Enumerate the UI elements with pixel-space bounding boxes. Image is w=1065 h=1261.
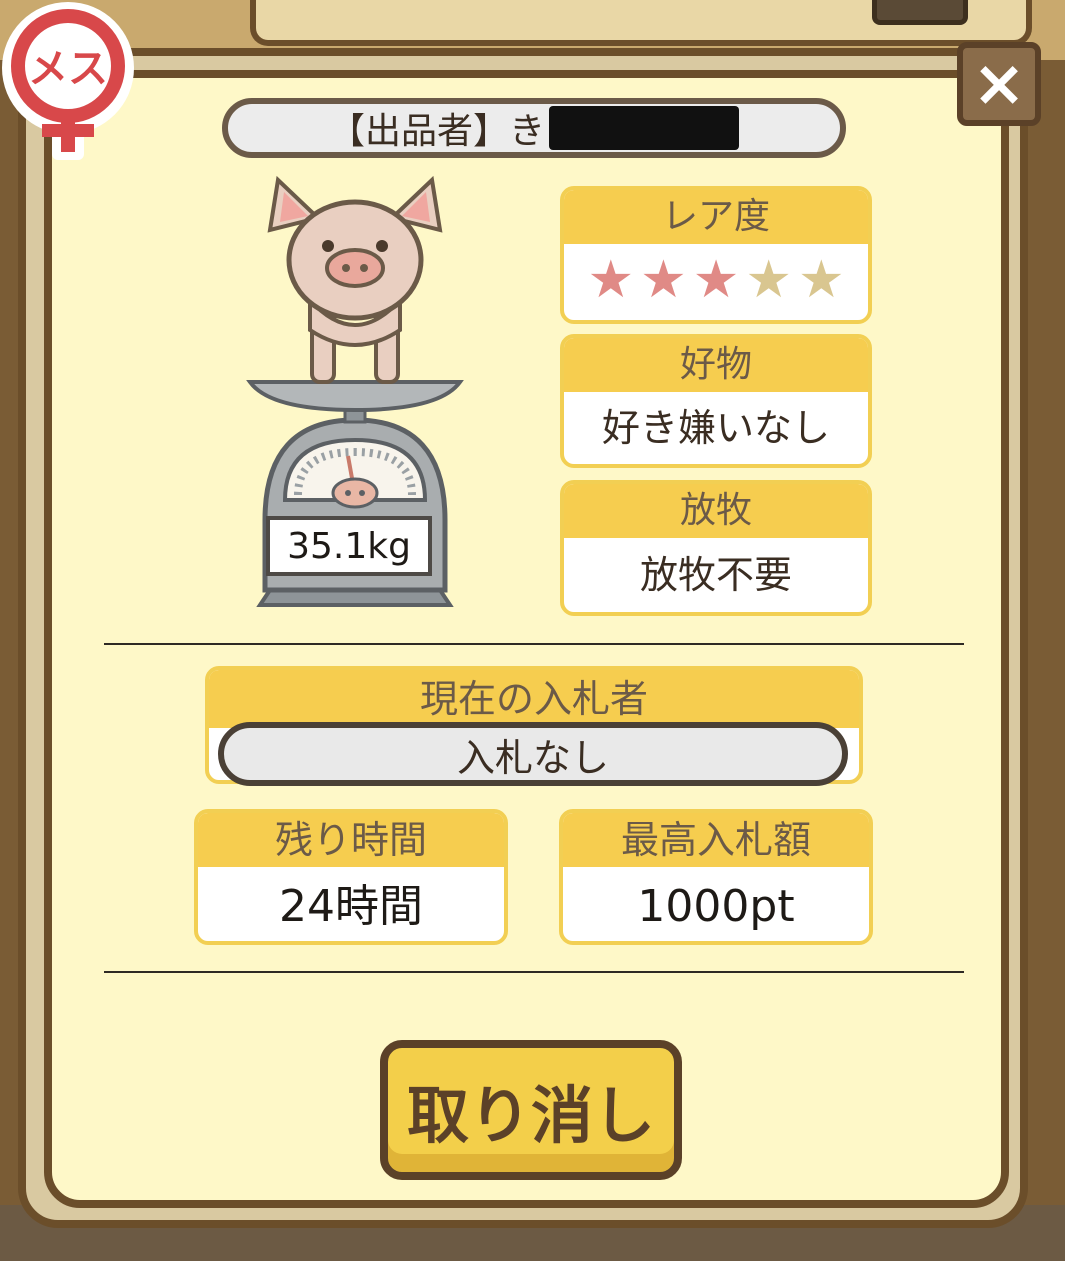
seller-label: 【出品者】き: [328, 111, 545, 152]
grazing-box: 放牧 放牧不要: [560, 480, 872, 616]
divider: [104, 643, 964, 645]
favorite-food-value: 好き嫌いなし: [601, 406, 830, 450]
favorite-food-box: 好物 好き嫌いなし: [560, 334, 872, 468]
background-header-button: [872, 0, 968, 25]
current-bidder-value: 入札なし: [456, 735, 609, 780]
current-bidder-field: 入札なし: [218, 722, 848, 786]
remaining-time-header: 残り時間: [198, 813, 504, 867]
current-bidder-header: 現在の入札者: [209, 670, 859, 728]
redacted-seller-name: [549, 106, 739, 150]
rarity-stars: ★ ★ ★ ★ ★: [564, 244, 868, 310]
remaining-time-value: 24時間: [279, 881, 423, 932]
cancel-button-label: 取り消し: [406, 1079, 655, 1152]
close-button[interactable]: ×: [957, 42, 1041, 126]
star-filled-icon: ★: [587, 250, 635, 310]
remaining-time-box: 残り時間 24時間: [194, 809, 508, 945]
star-empty-icon: ★: [745, 250, 792, 310]
favorite-food-header: 好物: [564, 338, 868, 392]
rarity-header: レア度: [564, 190, 868, 244]
grazing-value: 放牧不要: [639, 553, 792, 597]
gender-badge-label: メス: [28, 46, 108, 92]
highest-bid-value: 1000pt: [637, 881, 795, 932]
star-filled-icon: ★: [640, 250, 687, 310]
highest-bid-header: 最高入札額: [563, 813, 869, 867]
close-icon: ×: [972, 47, 1026, 121]
pig-weight-readout: 35.1kg: [266, 516, 432, 576]
highest-bid-box: 最高入札額 1000pt: [559, 809, 873, 945]
star-empty-icon: ★: [797, 250, 845, 310]
cancel-listing-button[interactable]: 取り消し: [380, 1040, 682, 1180]
divider: [104, 971, 964, 973]
star-filled-icon: ★: [692, 250, 740, 310]
grazing-header: 放牧: [564, 484, 868, 538]
seller-name-field: 【出品者】き: [222, 98, 846, 158]
rarity-box: レア度 ★ ★ ★ ★ ★: [560, 186, 872, 324]
female-gender-icon: メス: [2, 2, 134, 160]
